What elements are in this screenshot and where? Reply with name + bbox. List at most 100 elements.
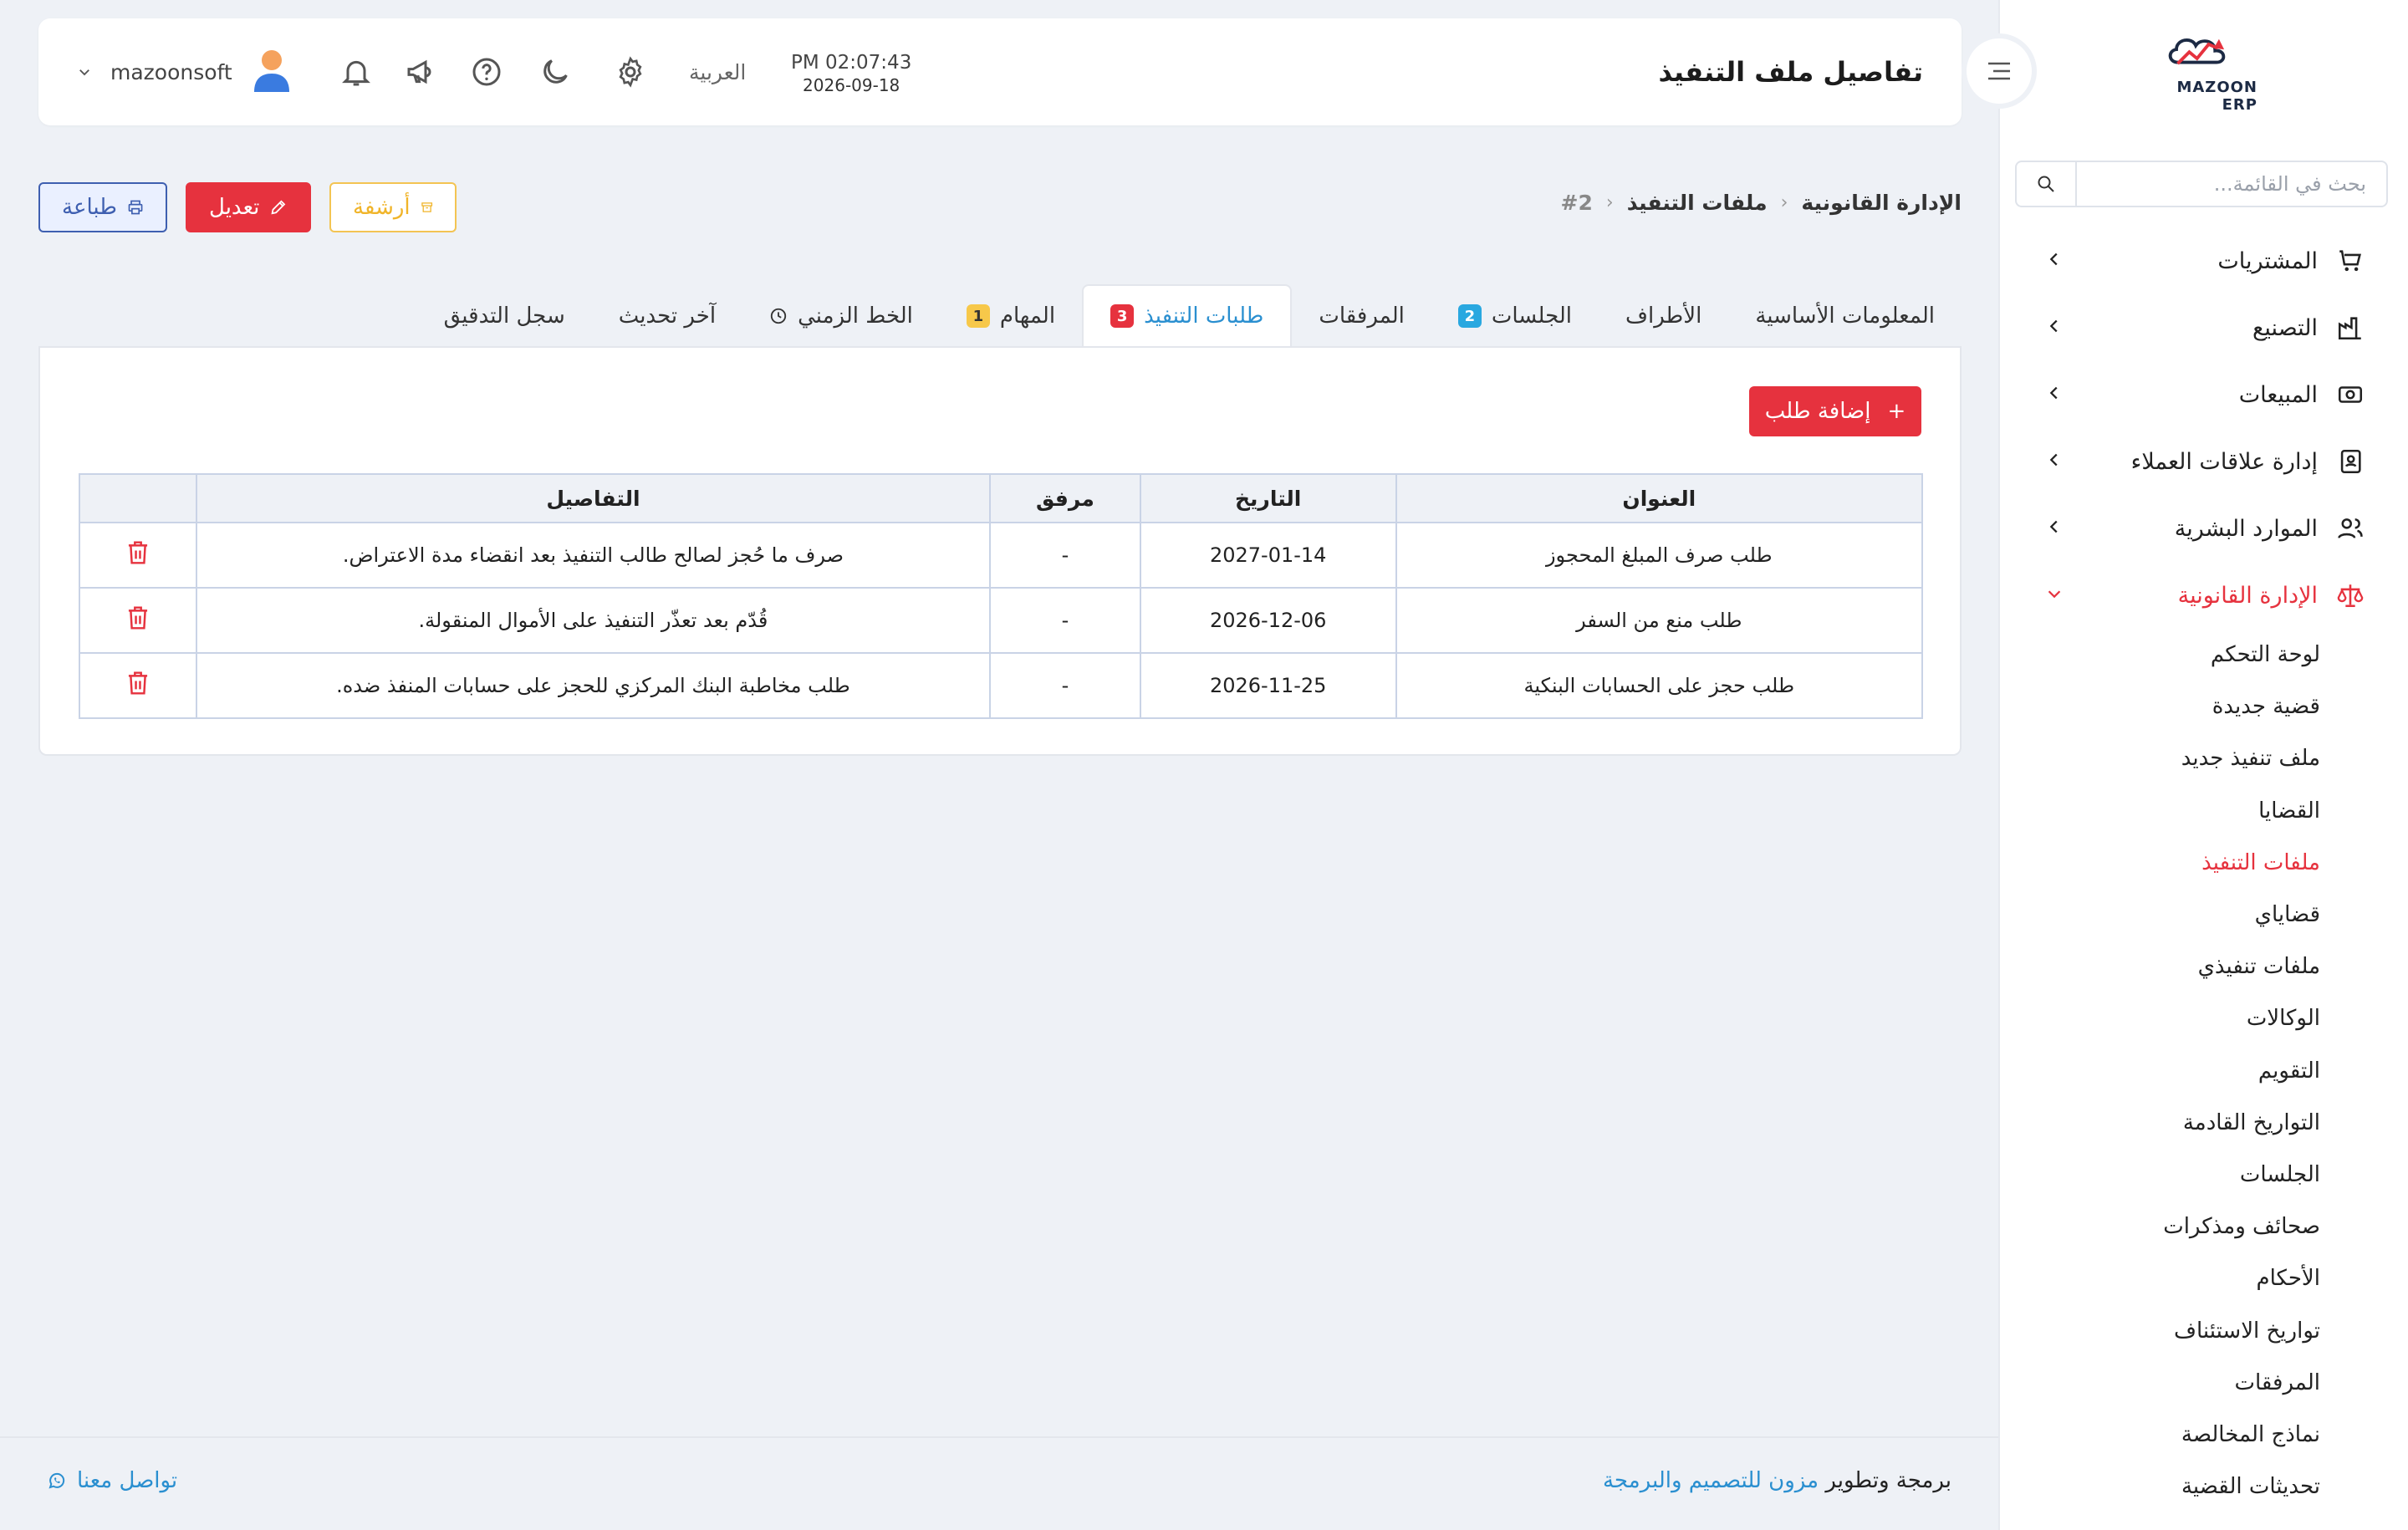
contact-us-link[interactable]: تواصل معنا <box>47 1468 177 1493</box>
tab-basic-info[interactable]: المعلومات الأساسية <box>1728 286 1962 346</box>
whatsapp-icon <box>48 1472 65 1489</box>
sidebar-nav: المشتريات التصنيع المبيعات إدارة علاقات … <box>1998 227 2408 1512</box>
cell-title: طلب منع من السفر <box>1395 587 1924 654</box>
contact-label: تواصل معنا <box>77 1468 178 1493</box>
footer-company-link[interactable]: مزون للتصميم والبرمجة <box>1603 1468 1819 1493</box>
sidebar-subitem[interactable]: ملف تنفيذ جديد <box>1998 732 2320 784</box>
logo-text: MAZOON ERP <box>2176 79 2258 114</box>
cell-attachment: - <box>988 652 1141 719</box>
help-icon[interactable] <box>468 54 505 90</box>
sidebar-subitem[interactable]: التواريخ القادمة <box>1998 1097 2320 1149</box>
chevron-down-icon <box>2045 583 2064 609</box>
breadcrumb: الإدارة القانونية ‹ ملفات التنفيذ ‹ #2 <box>1561 191 1962 215</box>
cell-actions <box>79 522 197 589</box>
cell-attachment: - <box>988 522 1141 589</box>
cell-title: طلب صرف المبلغ المحجوز <box>1395 522 1924 589</box>
sidebar-subitem[interactable]: لوحة التحكم <box>1998 629 2320 681</box>
sidebar-subitem[interactable]: الأحكام <box>1998 1252 2320 1304</box>
cell-attachment: - <box>988 587 1141 654</box>
sidebar-item-legal[interactable]: الإدارة القانونية <box>1998 562 2408 629</box>
sidebar-subitem[interactable]: تحديثات القضية <box>1998 1461 2320 1512</box>
archive-button[interactable]: أرشفة <box>329 182 457 232</box>
avatar <box>251 47 293 97</box>
search-icon <box>2038 176 2054 192</box>
table-row: طلب منع من السفر 2026-12-06 - قُدّم بعد … <box>79 587 1924 654</box>
print-button[interactable]: طباعة <box>38 182 167 232</box>
count-badge: 3 <box>1110 304 1135 328</box>
gear-icon[interactable] <box>612 54 649 90</box>
print-label: طباعة <box>62 195 117 220</box>
sidebar-subitem[interactable]: ملفات تنفيذي <box>1998 941 2320 992</box>
trash-icon[interactable] <box>125 606 150 636</box>
archive-icon <box>421 202 432 212</box>
column-header-details: التفاصيل <box>195 473 991 523</box>
search-button[interactable] <box>2017 162 2077 206</box>
archive-label: أرشفة <box>353 195 411 220</box>
tab-label: الخط الزمني <box>798 303 913 329</box>
sidebar-subitem-active[interactable]: ملفات التنفيذ <box>1998 837 2320 889</box>
chevron-left-icon <box>2045 248 2064 274</box>
sidebar-subitem[interactable]: القضايا <box>1998 785 2320 837</box>
sidebar-subitem[interactable]: نماذج المخالصة <box>1998 1409 2320 1461</box>
sidebar-search <box>2015 161 2388 207</box>
requests-table: العنوان التاريخ مرفق التفاصيل طلب صرف ال… <box>79 473 1924 719</box>
column-header-attachment: مرفق <box>988 473 1141 523</box>
sidebar-subitem[interactable]: المرفقات <box>1998 1357 2320 1409</box>
logo[interactable]: MAZOON ERP <box>2140 30 2258 114</box>
sidebar-subitem[interactable]: تواريخ الاستئناف <box>1998 1304 2320 1356</box>
printer-icon <box>128 200 143 215</box>
tab-audit-log[interactable]: سجل التدقيق <box>417 286 592 346</box>
sidebar-subitem[interactable]: التقويم <box>1998 1045 2320 1097</box>
moon-icon[interactable] <box>537 54 574 90</box>
trash-icon[interactable] <box>125 541 150 571</box>
breadcrumb-root[interactable]: الإدارة القانونية <box>1801 191 1962 215</box>
username: mazoonsoft <box>110 59 232 84</box>
cell-details: طلب مخاطبة البنك المركزي للحجز على حسابا… <box>195 652 991 719</box>
page-title: تفاصيل ملف التنفيذ <box>1658 56 1923 88</box>
chevron-left-icon <box>2045 382 2064 408</box>
scale-icon <box>2336 581 2365 609</box>
sidebar-item-purchases[interactable]: المشتريات <box>1998 227 2408 294</box>
language-switcher[interactable]: العربية <box>689 18 746 125</box>
sidebar-subitem[interactable]: صحائف ومذكرات <box>1998 1201 2320 1252</box>
trash-icon[interactable] <box>125 671 150 701</box>
plus-icon: + <box>1887 399 1906 424</box>
sidebar-subitem[interactable]: قضية جديدة <box>1998 681 2320 732</box>
user-menu[interactable]: mazoonsoft <box>77 18 293 125</box>
edit-button[interactable]: تعديل <box>186 182 311 232</box>
breadcrumb-parent[interactable]: ملفات التنفيذ <box>1627 191 1768 215</box>
count-badge: 1 <box>966 304 990 328</box>
sidebar-item-sales[interactable]: المبيعات <box>1998 361 2408 428</box>
tab-sessions[interactable]: الجلسات 2 <box>1431 286 1599 346</box>
tab-timeline[interactable]: الخط الزمني <box>742 286 940 346</box>
tab-last-update[interactable]: آخر تحديث <box>592 286 742 346</box>
sidebar-search-input[interactable] <box>2077 162 2386 206</box>
sidebar-toggle-button[interactable] <box>1962 33 2037 109</box>
page-actions: أرشفة تعديل طباعة <box>38 182 457 232</box>
chevron-left-icon <box>2045 516 2064 542</box>
clock-time: PM 02:07:43 <box>791 52 912 74</box>
tab-label: المعلومات الأساسية <box>1755 303 1935 329</box>
sidebar-item-hr[interactable]: الموارد البشرية <box>1998 495 2408 562</box>
tab-attachments[interactable]: المرفقات <box>1292 286 1431 346</box>
tab-label: الجلسات <box>1491 303 1573 329</box>
clock: PM 02:07:43 2026-09-18 <box>791 52 911 95</box>
cell-details: صرف ما حُجز لصالح طالب التنفيذ بعد انقضا… <box>195 522 991 589</box>
tab-parties[interactable]: الأطراف <box>1599 286 1728 346</box>
sidebar-item-manufacturing[interactable]: التصنيع <box>1998 294 2408 361</box>
tab-label: المهام <box>999 303 1056 329</box>
add-request-label: إضافة طلب <box>1764 399 1871 424</box>
cell-actions <box>79 587 197 654</box>
sidebar-subitem[interactable]: قضاياي <box>1998 889 2320 941</box>
execution-requests-panel: + إضافة طلب العنوان التاريخ مرفق التفاصي… <box>38 346 1962 756</box>
chevron-left-icon: ‹ <box>1780 192 1788 213</box>
sidebar-item-crm[interactable]: إدارة علاقات العملاء <box>1998 428 2408 495</box>
tab-tasks[interactable]: المهام 1 <box>940 286 1082 346</box>
sidebar-subitem[interactable]: الجلسات <box>1998 1149 2320 1201</box>
tab-execution-requests[interactable]: طلبات التنفيذ 3 <box>1082 284 1293 346</box>
bell-icon[interactable] <box>338 54 375 90</box>
sidebar-subitem[interactable]: الوكالات <box>1998 992 2320 1044</box>
table-header-row: العنوان التاريخ مرفق التفاصيل <box>79 473 1924 523</box>
add-request-button[interactable]: + إضافة طلب <box>1749 386 1921 436</box>
megaphone-icon[interactable] <box>403 54 440 90</box>
